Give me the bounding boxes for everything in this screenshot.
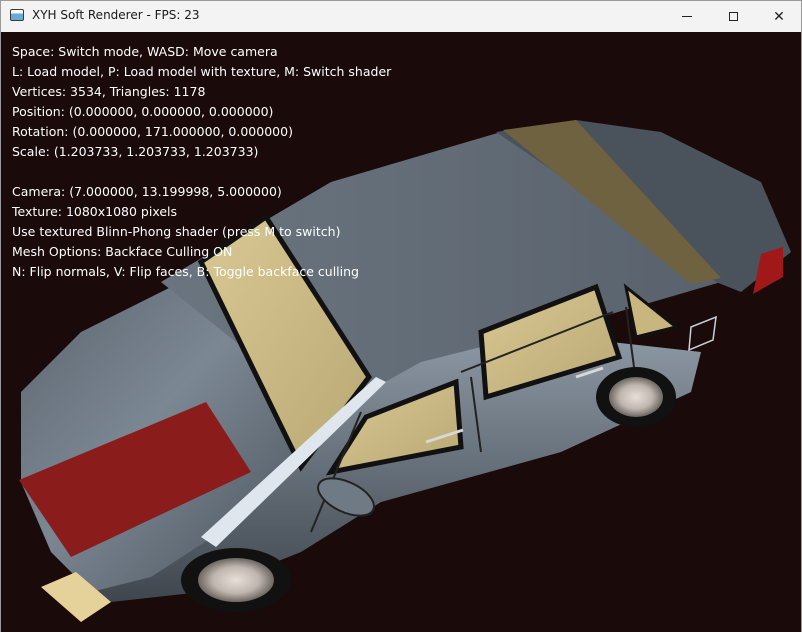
front-wheel-hub xyxy=(198,558,274,602)
maximize-icon xyxy=(728,12,738,21)
fuel-cap xyxy=(688,315,717,352)
window-title: XYH Soft Renderer - FPS: 23 xyxy=(32,8,200,22)
overlay-line-shader: Use textured Blinn-Phong shader (press M… xyxy=(12,224,341,239)
overlay-line-controls: Space: Switch mode, WASD: Move camera xyxy=(12,44,278,59)
overlay-line-position: Position: (0.000000, 0.000000, 0.000000) xyxy=(12,104,274,119)
overlay-spacer xyxy=(12,162,391,182)
minimize-button[interactable] xyxy=(664,1,710,32)
overlay-line-load: L: Load model, P: Load model with textur… xyxy=(12,64,392,79)
overlay-line-texture: Texture: 1080x1080 pixels xyxy=(12,204,178,219)
maximize-button[interactable] xyxy=(710,1,756,32)
overlay-line-scale: Scale: (1.203733, 1.203733, 1.203733) xyxy=(12,144,259,159)
render-viewport[interactable]: Space: Switch mode, WASD: Move camera L:… xyxy=(1,32,801,632)
overlay-line-camera: Camera: (7.000000, 13.199998, 5.000000) xyxy=(12,184,282,199)
overlay-line-mesh-keys: N: Flip normals, V: Flip faces, B: Toggl… xyxy=(12,264,359,279)
overlay-line-mesh-options: Mesh Options: Backface Culling ON xyxy=(12,244,233,259)
app-window-icon xyxy=(10,9,24,21)
close-button[interactable]: ✕ xyxy=(756,1,802,32)
title-bar[interactable]: XYH Soft Renderer - FPS: 23 ✕ xyxy=(1,1,801,32)
info-overlay: Space: Switch mode, WASD: Move camera L:… xyxy=(12,42,391,282)
overlay-line-mesh-stats: Vertices: 3534, Triangles: 1178 xyxy=(12,84,206,99)
minimize-icon xyxy=(682,16,692,17)
rear-wheel-hub xyxy=(609,377,663,417)
close-icon: ✕ xyxy=(773,8,785,25)
app-window: XYH Soft Renderer - FPS: 23 ✕ Space: Swi… xyxy=(0,0,802,632)
overlay-line-rotation: Rotation: (0.000000, 171.000000, 0.00000… xyxy=(12,124,293,139)
